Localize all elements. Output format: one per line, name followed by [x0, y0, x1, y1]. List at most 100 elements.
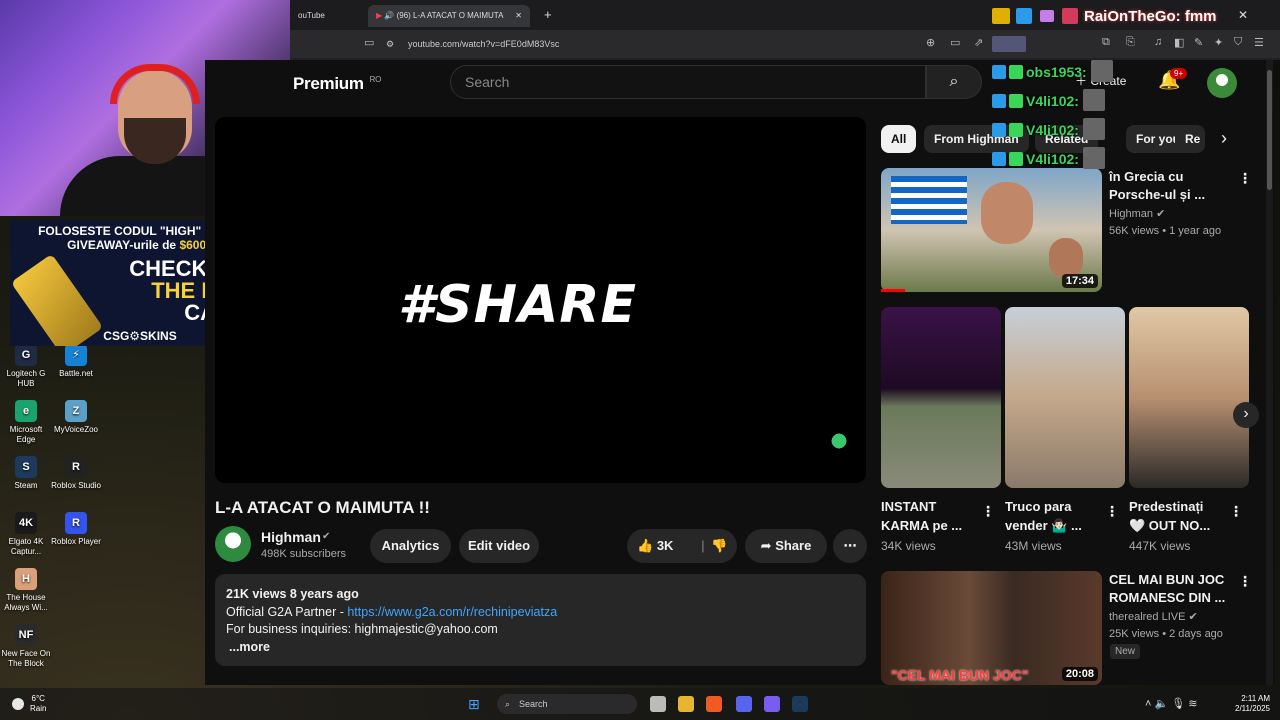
app-icon: R [65, 512, 87, 534]
steam-taskbar-icon[interactable] [792, 696, 808, 712]
mod-badge-icon [1009, 152, 1023, 166]
channel-avatar[interactable] [215, 526, 251, 562]
sidebar-icon[interactable]: ◧ [1174, 36, 1184, 49]
video-duration: 20:08 [1061, 667, 1098, 681]
scrollbar-thumb[interactable] [1267, 70, 1272, 190]
chat-username: V4li102: [1026, 93, 1079, 109]
live-video-title[interactable]: CEL MAI BUN JOC ROMANESC DIN ... [1109, 571, 1225, 607]
chip-all[interactable]: All [881, 125, 917, 153]
tab-active[interactable]: ▶ 🔊 (96) L-A ATACAT O MAIMUTA ✕ [368, 5, 530, 27]
desktop-icon[interactable]: e Microsoft Edge [1, 400, 51, 445]
chat-message: V4li102: [992, 147, 1108, 169]
chevron-up-icon[interactable]: ˄ [1145, 698, 1151, 710]
search-button[interactable]: ⌕ [926, 65, 982, 99]
system-tray[interactable]: ˄ 🔈 🎙 ≋ [1145, 697, 1198, 710]
desktop-icon-label: Roblox Player [51, 537, 101, 546]
chip-recent[interactable]: Re [1175, 125, 1205, 153]
search-icon: ⌕ [505, 699, 511, 709]
account-avatar[interactable] [1207, 68, 1237, 98]
desktop-icon[interactable]: Z MyVoiceZoo [51, 400, 101, 435]
video-player[interactable]: #SHARE [215, 117, 866, 483]
description-box[interactable]: 21K views 8 years ago Official G2A Partn… [215, 574, 866, 666]
g2a-link[interactable]: https://www.g2a.com/r/rechinipeviatza [347, 605, 557, 619]
chat-username: V4li102: [1026, 122, 1079, 138]
recommended-menu-button[interactable]: ⋮ [1238, 170, 1252, 187]
clock[interactable]: 2:11 AM 2/11/2025 [1225, 694, 1270, 714]
extensions-icon[interactable]: ⧉ [1102, 36, 1110, 49]
more-actions-button[interactable]: ⋯ [833, 529, 867, 563]
app-icon: NF [15, 624, 37, 646]
description-line-1: Official G2A Partner - https://www.g2a.c… [226, 604, 558, 619]
short-thumbnail-2[interactable] [1005, 307, 1125, 488]
desktop-icon-label: Roblox Studio [51, 481, 101, 490]
weather-widget[interactable]: 6°C Rain [30, 694, 46, 714]
shield-icon[interactable]: ⛉ [1234, 36, 1242, 49]
live-video-thumbnail[interactable]: "CEL MAI BUN JOC" 20:08 [881, 571, 1102, 685]
edit-icon[interactable]: ✎ [1194, 36, 1203, 49]
taskbar-search[interactable]: ⌕ Search [497, 694, 637, 714]
short-menu-3[interactable]: ⋮ [1229, 503, 1243, 520]
watch-progress-bar [881, 289, 905, 292]
chips-next-icon[interactable]: › [1221, 128, 1227, 149]
start-icon[interactable]: ⊞ [468, 696, 480, 713]
copilot-icon[interactable]: ✦ [1214, 36, 1223, 49]
short-thumbnail-1[interactable] [881, 307, 1001, 488]
edit-video-button[interactable]: Edit video [459, 529, 539, 563]
scrollbar[interactable] [1266, 60, 1273, 685]
emote-icon [1090, 60, 1113, 82]
share-button[interactable]: ➦ Share [745, 529, 827, 563]
app-icon: Z [65, 400, 87, 422]
search-input[interactable]: Search [450, 65, 926, 99]
music-icon[interactable]: ♫ [1154, 36, 1162, 48]
short-thumbnail-3[interactable] [1129, 307, 1249, 488]
short-title-3[interactable]: Predestinați 🤍 OUT NO... [1129, 497, 1210, 535]
desktop-icon[interactable]: G Logitech G HUB [1, 344, 51, 389]
short-menu-1[interactable]: ⋮ [981, 503, 995, 520]
shorts-next-icon[interactable]: › [1233, 402, 1259, 428]
wifi-icon[interactable]: ≋ [1188, 698, 1197, 710]
url-text: youtube.com/watch?v=dFE0dM83Vsc [408, 39, 560, 49]
live-video-menu-button[interactable]: ⋮ [1238, 573, 1252, 590]
close-tab-icon[interactable]: ✕ [515, 5, 522, 27]
subscriber-count: 498K subscribers [261, 548, 346, 560]
desktop-icon[interactable]: R Roblox Studio [51, 456, 101, 491]
cast-icon[interactable]: ▭ [950, 36, 960, 49]
app-grid-icon[interactable] [764, 696, 780, 712]
recommended-channel[interactable]: Highman ✔ [1109, 205, 1165, 223]
desktop-icon[interactable]: R Roblox Player [51, 512, 101, 547]
analytics-button[interactable]: Analytics [370, 529, 451, 563]
youtube-logo[interactable]: Premium RO [293, 74, 381, 94]
media-icon[interactable]: ⎘ [1126, 36, 1135, 49]
task-view-icon[interactable] [650, 696, 666, 712]
short-menu-2[interactable]: ⋮ [1105, 503, 1119, 520]
notifications-badge: 9+ [1170, 68, 1188, 79]
file-explorer-icon[interactable] [678, 696, 694, 712]
live-video-channel[interactable]: therealred LIVE ✔ [1109, 608, 1198, 626]
short-title-2[interactable]: Truco para vender 🤷🏻‍♂️ ... [1005, 497, 1082, 535]
desktop-icon[interactable]: S Steam [1, 456, 51, 491]
new-tab-button[interactable]: + [536, 5, 552, 27]
short-title-1[interactable]: INSTANT KARMA pe ... [881, 497, 962, 535]
recommended-title[interactable]: în Grecia cu Porsche-ul și ... [1109, 168, 1205, 204]
like-button[interactable]: 👍 3K [637, 538, 673, 553]
mic-icon[interactable]: 🎙 [1171, 698, 1185, 710]
brave-icon[interactable] [706, 696, 722, 712]
desktop-icon[interactable]: 4K Elgato 4K Captur... [1, 512, 51, 557]
desktop-icon[interactable]: ⚡ Battle.net [51, 344, 101, 379]
zoom-icon[interactable]: ⊕ [926, 36, 935, 49]
desktop-icon[interactable]: NF New Face On The Block [1, 624, 51, 669]
extension-thumbnail-icon[interactable] [992, 36, 1026, 52]
desktop-icon[interactable]: H The House Always Wi... [1, 568, 51, 613]
youtube-favicon-icon: ▶ [376, 11, 383, 20]
site-info-icon[interactable]: ⚙ [386, 34, 394, 54]
discord-icon[interactable] [736, 696, 752, 712]
dislike-button[interactable]: 👎 [711, 529, 727, 563]
tab-youtube[interactable]: ouTube [290, 5, 360, 27]
menu-icon[interactable]: ☰ [1254, 36, 1264, 49]
desktop-icon-label: Battle.net [59, 369, 93, 378]
speaker-icon[interactable]: 🔈 [1155, 698, 1169, 710]
channel-name[interactable]: Highman [261, 529, 321, 545]
recommended-thumbnail[interactable]: 17:34 [881, 168, 1102, 292]
share-page-icon[interactable]: ⇗ [974, 36, 983, 49]
show-more-button[interactable]: ...more [229, 639, 855, 657]
